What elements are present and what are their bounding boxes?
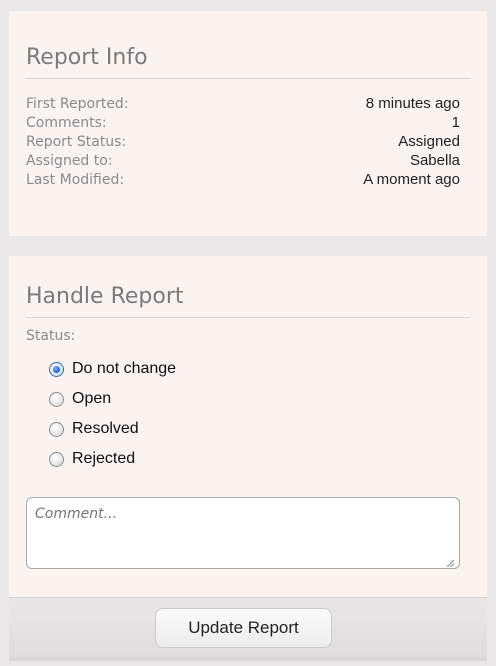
info-label: Comments: — [26, 115, 107, 131]
comment-textarea[interactable] — [26, 497, 460, 569]
radio-button[interactable] — [49, 391, 64, 407]
radio-label[interactable]: Do not change — [72, 360, 176, 378]
info-row-comments: Comments: 1 — [26, 113, 460, 132]
info-label: Report Status: — [26, 134, 127, 150]
info-row-assigned-to: Assigned to: Sabella — [26, 151, 460, 170]
report-info-panel: Report Info First Reported: 8 minutes ag… — [9, 11, 487, 236]
status-option-open[interactable]: Open — [49, 384, 176, 414]
info-value: Assigned — [398, 133, 460, 150]
status-radio-group: Do not change Open Resolved Rejected — [49, 354, 176, 474]
info-label: Last Modified: — [26, 172, 125, 188]
info-row-last-modified: Last Modified: A moment ago — [26, 170, 460, 189]
radio-button[interactable] — [49, 451, 64, 467]
info-row-first-reported: First Reported: 8 minutes ago — [26, 94, 460, 113]
handle-report-panel: Handle Report Status: Do not change Open… — [9, 256, 487, 597]
radio-button[interactable] — [49, 421, 64, 437]
info-value: Sabella — [409, 152, 460, 169]
report-info-title: Report Info — [26, 44, 470, 79]
update-report-button[interactable]: Update Report — [155, 608, 332, 648]
info-label: First Reported: — [26, 96, 129, 112]
radio-label[interactable]: Open — [72, 390, 111, 408]
footer-action-bar: Update Report — [9, 597, 487, 658]
info-label: Assigned to: — [26, 153, 113, 169]
radio-button-selected[interactable] — [49, 361, 64, 377]
info-value: 8 minutes ago — [365, 95, 460, 112]
info-value: 1 — [451, 114, 460, 131]
handle-report-title: Handle Report — [26, 283, 470, 318]
status-option-resolved[interactable]: Resolved — [49, 414, 176, 444]
radio-label[interactable]: Rejected — [72, 450, 135, 468]
status-option-do-not-change[interactable]: Do not change — [49, 354, 176, 384]
radio-label[interactable]: Resolved — [72, 420, 139, 438]
report-info-list: First Reported: 8 minutes ago Comments: … — [26, 94, 460, 189]
info-row-report-status: Report Status: Assigned — [26, 132, 460, 151]
bottom-divider — [9, 658, 487, 661]
info-value: A moment ago — [363, 171, 460, 188]
status-label: Status: — [26, 328, 76, 344]
status-option-rejected[interactable]: Rejected — [49, 444, 176, 474]
